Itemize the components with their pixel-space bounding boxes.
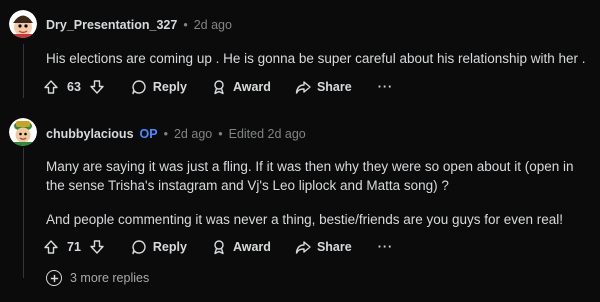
timestamp[interactable]: 2d ago bbox=[194, 18, 232, 32]
share-button[interactable]: Share bbox=[295, 79, 352, 95]
op-badge: OP bbox=[139, 127, 158, 141]
award-button[interactable]: Award bbox=[211, 79, 271, 95]
comment-bubble-icon bbox=[132, 80, 146, 95]
reply-label: Reply bbox=[152, 240, 187, 254]
award-icon bbox=[214, 80, 224, 95]
comment-body: His elections are coming up . He is gonn… bbox=[46, 49, 591, 68]
separator-dot: • bbox=[218, 127, 223, 141]
share-label: Share bbox=[316, 80, 352, 94]
separator-dot: • bbox=[183, 18, 188, 32]
share-icon bbox=[295, 241, 311, 254]
plus-circle-icon bbox=[46, 270, 62, 286]
more-replies-button[interactable]: 3 more replies bbox=[46, 270, 149, 286]
award-button[interactable]: Award bbox=[211, 239, 271, 255]
score: 63 bbox=[67, 80, 81, 94]
share-button[interactable]: Share bbox=[295, 239, 352, 255]
more-options-button[interactable]: ··· bbox=[378, 80, 394, 94]
downvote-icon[interactable] bbox=[89, 239, 105, 255]
reply-button[interactable]: Reply bbox=[131, 239, 187, 255]
timestamp[interactable]: 2d ago bbox=[174, 127, 212, 141]
reply-label: Reply bbox=[152, 80, 187, 94]
comment-body: Many are saying it was just a fling. If … bbox=[46, 157, 596, 229]
vote-group: 63 bbox=[43, 79, 105, 95]
upvote-icon[interactable] bbox=[43, 79, 59, 95]
award-label: Award bbox=[232, 240, 271, 254]
comment-bubble-icon bbox=[132, 240, 146, 255]
comment-paragraph: His elections are coming up . He is gonn… bbox=[46, 51, 586, 66]
share-label: Share bbox=[316, 240, 352, 254]
separator-dot: • bbox=[163, 127, 168, 141]
award-icon bbox=[214, 240, 224, 255]
avatar[interactable] bbox=[9, 118, 37, 146]
edited-label: Edited 2d ago bbox=[228, 127, 306, 141]
award-label: Award bbox=[232, 80, 271, 94]
username[interactable]: Dry_Presentation_327 bbox=[46, 18, 177, 32]
avatar[interactable] bbox=[9, 10, 37, 38]
downvote-icon[interactable] bbox=[89, 79, 105, 95]
more-replies-label: 3 more replies bbox=[70, 271, 150, 285]
comment-actions: 71 Reply Award Share ··· bbox=[43, 236, 393, 258]
reply-button[interactable]: Reply bbox=[131, 79, 187, 95]
more-options-button[interactable]: ··· bbox=[378, 240, 394, 254]
comment-paragraph: And people commenting it was never a thi… bbox=[46, 212, 564, 227]
username[interactable]: chubbylacious bbox=[46, 127, 134, 141]
comment-actions: 63 Reply Award Share ··· bbox=[43, 76, 393, 98]
vote-group: 71 bbox=[43, 239, 105, 255]
score: 71 bbox=[67, 240, 81, 254]
upvote-icon[interactable] bbox=[43, 239, 59, 255]
comment-paragraph: Many are saying it was just a fling. If … bbox=[46, 159, 574, 193]
thread-line bbox=[23, 44, 24, 98]
thread-line bbox=[23, 148, 24, 278]
share-icon bbox=[295, 81, 311, 94]
